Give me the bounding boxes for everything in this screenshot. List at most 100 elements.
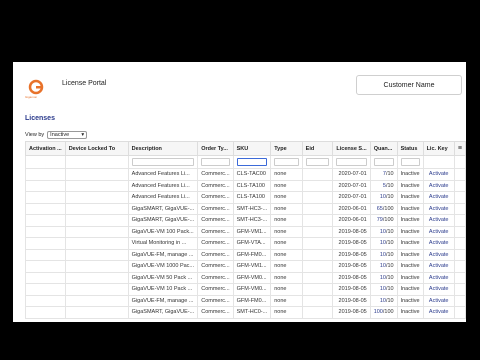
column-header[interactable]: Device Locked To — [64, 141, 129, 156]
status-cell: Inactive — [396, 283, 424, 296]
device-locked-cell — [64, 168, 129, 181]
description-cell: Virtual Monitoring in ... — [127, 237, 199, 250]
status-cell: Inactive — [396, 179, 424, 192]
description-cell: GigaVUE-VM 100 Pack... — [127, 225, 199, 238]
column-header[interactable]: Description — [127, 141, 199, 156]
column-header[interactable]: Order Ty... — [197, 141, 234, 156]
table-row[interactable]: GigaSMART, GigaVUE-... Commerc... SMT-HC3-… — [25, 202, 466, 215]
filter-cell[interactable] — [127, 155, 199, 169]
quantity-cell: 10/10 — [369, 248, 398, 261]
customer-name-button[interactable]: Customer Name — [356, 75, 462, 95]
description-cell: GigaSMART, GigaVUE-... — [127, 306, 199, 319]
sku-filter-input[interactable] — [236, 158, 268, 166]
order-type-cell: Commerc... — [197, 306, 234, 319]
license-start-cell: 2019-08-05 — [332, 283, 371, 296]
filter-cell[interactable] — [369, 155, 398, 169]
section-title: Licenses — [25, 115, 55, 122]
activate-link[interactable]: Activate — [422, 179, 455, 192]
quantity-total: 10 — [387, 297, 394, 304]
filter-cell[interactable] — [197, 155, 234, 169]
empty-cell — [453, 202, 466, 215]
view-by-value: Inactive — [50, 132, 70, 138]
activate-link[interactable]: Activate — [422, 168, 455, 181]
activate-link[interactable]: Activate — [422, 294, 455, 307]
activate-link[interactable]: Activate — [422, 202, 455, 215]
license-start-filter-input[interactable] — [336, 158, 367, 166]
status-filter-input[interactable] — [400, 158, 420, 166]
quantity-cell: 79/100 — [369, 214, 398, 227]
quantity-total: 10 — [387, 194, 394, 201]
table-row[interactable]: GigaSMART, GigaVUE-... Commerc... SMT-HC0-… — [25, 306, 466, 319]
table-row[interactable]: GigaVUE-VM 50 Pack ... Commerc... GFM-VM0.… — [25, 271, 466, 284]
type-filter-input[interactable] — [274, 158, 299, 166]
description-cell: GigaSMART, GigaVUE-... — [127, 202, 199, 215]
quantity-used: 100 — [373, 309, 383, 316]
filter-cell[interactable] — [232, 155, 272, 169]
license-start-cell: 2019-08-05 — [332, 237, 371, 250]
eid-cell — [301, 237, 334, 250]
sku-cell: SMT-HC3-... — [232, 214, 272, 227]
chevron-down-icon: ▾ — [81, 132, 85, 138]
quantity-total: 10 — [387, 240, 394, 247]
description-cell: GigaVUE-FM, manage ... — [127, 248, 199, 261]
column-header[interactable]: SKU — [232, 141, 272, 156]
quantity-cell: 7/10 — [369, 168, 398, 181]
column-header[interactable]: License S... — [332, 141, 371, 156]
activate-link[interactable]: Activate — [422, 191, 455, 204]
table-row[interactable]: Advanced Features Li... Commerc... CLS-TAC… — [25, 168, 466, 181]
table-row[interactable]: Virtual Monitoring in ... Commerc... GFM-V… — [25, 237, 466, 250]
table-row[interactable]: GigaVUE-VM 10 Pack ... Commerc... GFM-VM0.… — [25, 283, 466, 296]
quantity-cell: 10/10 — [369, 237, 398, 250]
quantity-cell: 100/100 — [369, 306, 398, 319]
table-row[interactable]: Advanced Features Li... Commerc... CLS-TA1… — [25, 191, 466, 204]
activation-cell — [25, 294, 66, 307]
logo-text: Gigamon — [25, 95, 38, 99]
type-cell: none — [270, 271, 303, 284]
activate-link[interactable]: Activate — [422, 237, 455, 250]
sku-cell: GFM-VTA... — [232, 237, 272, 250]
column-header[interactable]: Eid — [301, 141, 334, 156]
order-type-filter-input[interactable] — [201, 158, 230, 166]
table-row[interactable]: GigaSMART, GigaVUE-... Commerc... SMT-HC3-… — [25, 214, 466, 227]
table-row[interactable]: GigaVUE-VM 100 Pack... Commerc... GFM-VM1.… — [25, 225, 466, 238]
activate-link[interactable]: Activate — [422, 214, 455, 227]
column-header[interactable]: Activation ... — [25, 141, 66, 156]
column-header[interactable]: Quan... — [369, 141, 398, 156]
empty-cell — [453, 237, 466, 250]
type-cell: none — [270, 225, 303, 238]
filter-cell[interactable] — [301, 155, 334, 169]
device-locked-cell — [64, 294, 129, 307]
licenses-table: Activation ... Device Locked To Descript… — [25, 141, 466, 319]
activate-link[interactable]: Activate — [422, 225, 455, 238]
table-row[interactable]: GigaVUE-FM, manage ... Commerc... GFM-FM0.… — [25, 294, 466, 307]
quantity-cell: 10/10 — [369, 283, 398, 296]
table-row[interactable]: GigaVUE-VM 1000 Pac... Commerc... GFM-VM1.… — [25, 260, 466, 273]
table-row[interactable]: GigaVUE-FM, manage ... Commerc... GFM-FM0.… — [25, 248, 466, 261]
eid-filter-input[interactable] — [305, 158, 330, 166]
column-header[interactable]: Status — [396, 141, 424, 156]
column-header[interactable]: Lic. Key — [422, 141, 455, 156]
sku-cell: CLS-TAC00 — [232, 168, 272, 181]
view-by-control: View by Inactive ▾ — [25, 131, 88, 139]
eid-cell — [301, 260, 334, 273]
view-by-select[interactable]: Inactive ▾ — [47, 131, 88, 139]
type-cell: none — [270, 237, 303, 250]
empty-cell — [453, 191, 466, 204]
filter-cell[interactable] — [270, 155, 303, 169]
quantity-filter-input[interactable] — [373, 158, 394, 166]
activate-link[interactable]: Activate — [422, 248, 455, 261]
column-menu-icon[interactable]: ≡ — [453, 141, 466, 156]
activate-link[interactable]: Activate — [422, 283, 455, 296]
activate-link[interactable]: Activate — [422, 260, 455, 273]
activate-link[interactable]: Activate — [422, 271, 455, 284]
activate-link[interactable]: Activate — [422, 306, 455, 319]
description-filter-input[interactable] — [131, 158, 195, 166]
eid-cell — [301, 248, 334, 261]
filter-cell[interactable] — [332, 155, 371, 169]
activation-cell — [25, 248, 66, 261]
quantity-cell: 10/10 — [369, 191, 398, 204]
table-row[interactable]: Advanced Features Li... Commerc... CLS-TA1… — [25, 179, 466, 192]
filter-cell[interactable] — [396, 155, 424, 169]
column-header[interactable]: Type — [270, 141, 303, 156]
activation-cell — [25, 306, 66, 319]
